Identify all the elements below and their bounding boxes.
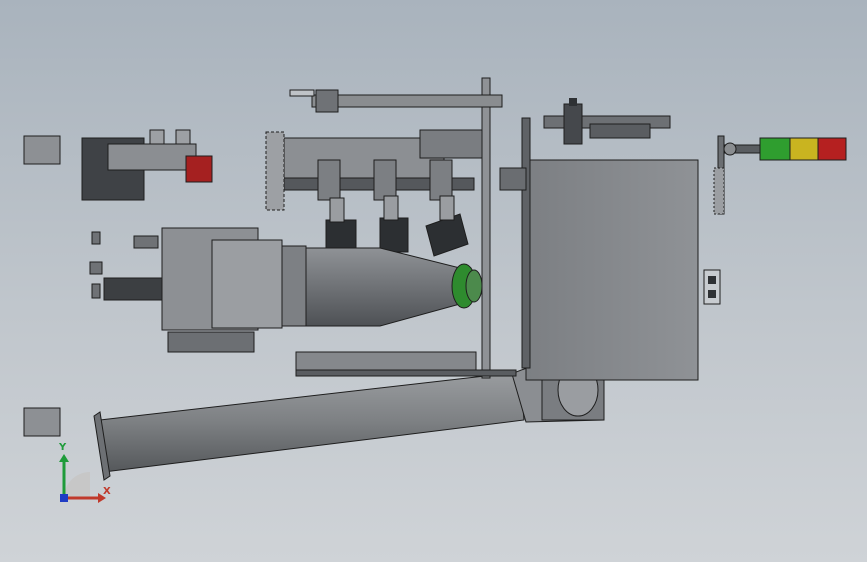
- tower-lamp[interactable]: [713, 135, 847, 215]
- motor-3[interactable]: [425, 159, 469, 257]
- x-axis-label: X: [103, 486, 111, 497]
- green-lamp: [759, 137, 791, 161]
- assembly-model[interactable]: [0, 0, 867, 562]
- cad-viewport[interactable]: X Y: [0, 0, 867, 562]
- frame-rod-vertical[interactable]: [481, 77, 491, 379]
- cone-hopper[interactable]: [299, 247, 483, 327]
- side-panel[interactable]: [525, 159, 699, 381]
- z-axis-marker: [60, 494, 68, 502]
- yellow-lamp: [789, 137, 819, 161]
- frame-rod-top[interactable]: [311, 94, 503, 108]
- drive-shaft[interactable]: [103, 277, 163, 301]
- left-top-block[interactable]: [81, 129, 213, 201]
- y-axis-label: Y: [59, 442, 67, 453]
- lower-cylinder[interactable]: [295, 351, 477, 371]
- red-lamp: [817, 137, 847, 161]
- small-bracket-right[interactable]: [703, 269, 721, 305]
- coordinate-triad: [59, 454, 106, 503]
- top-bracket[interactable]: [543, 98, 671, 145]
- panel-post[interactable]: [521, 117, 531, 369]
